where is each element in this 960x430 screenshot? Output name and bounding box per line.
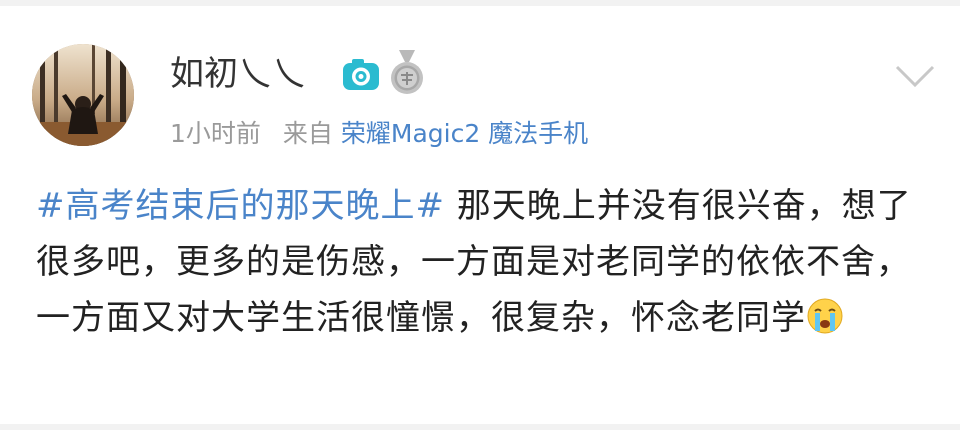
source-device-link[interactable]: 荣耀Magic2 魔法手机 bbox=[341, 119, 588, 148]
source-prefix: 来自 bbox=[282, 119, 333, 148]
avatar-photo-icon bbox=[32, 44, 134, 146]
post-time: 1小时前 bbox=[170, 119, 261, 148]
crying-emoji-icon bbox=[807, 298, 843, 334]
post-text: #高考结束后的那天晚上# 那天晚上并没有很兴奋，想了很多吧，更多的是伤感，一方面… bbox=[36, 178, 936, 346]
author-name[interactable]: 如初乀乀 bbox=[170, 52, 306, 96]
post-meta: 1小时前 来自 荣耀Magic2 魔法手机 bbox=[170, 116, 588, 152]
bottom-divider bbox=[0, 424, 960, 430]
hashtag-link[interactable]: #高考结束后的那天晚上# bbox=[36, 186, 445, 226]
camera-icon[interactable] bbox=[342, 58, 380, 92]
medal-icon[interactable] bbox=[388, 50, 426, 96]
avatar[interactable] bbox=[32, 44, 134, 146]
chevron-down-icon[interactable] bbox=[894, 62, 936, 90]
weibo-post-card: 如初乀乀 1小时前 来自 荣耀Magic2 魔法手机 #高考结束后的那天晚上# 那… bbox=[0, 6, 960, 430]
